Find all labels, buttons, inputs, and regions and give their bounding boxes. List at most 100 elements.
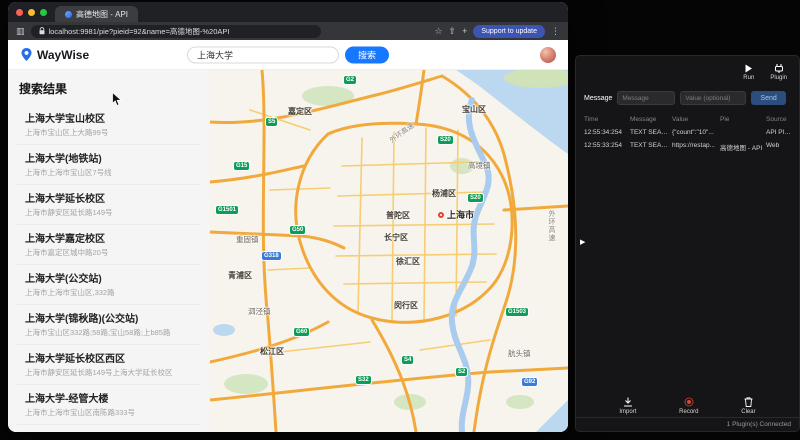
maximize-window-button[interactable] [40, 9, 47, 16]
plugin-button[interactable]: Plugin [770, 64, 787, 81]
highways [210, 70, 568, 432]
share-icon[interactable]: ⇧ [449, 27, 457, 36]
run-button[interactable]: Run [743, 64, 754, 81]
cell-value: https://restap... [672, 142, 718, 152]
search-result-item[interactable]: 上海大学延长校区西区 上海市静安区延长路149号上海大学延长校区 [17, 345, 201, 385]
cell-message: TEXT SEARC... [630, 129, 670, 136]
search-result-item[interactable]: 上海大学(地铁站) 上海市上海市宝山区7号线 [17, 145, 201, 185]
import-button[interactable]: Import [619, 397, 636, 415]
value-input[interactable] [680, 91, 746, 105]
plugin-debug-panel: Run Plugin Message Send TimeMessageValue… [575, 55, 800, 432]
browser-window: 高德地图 - API ▥ localhost:9981/pie?pieid=92… [8, 2, 568, 432]
city-marker[interactable]: 上海市 [438, 208, 474, 221]
marker-label: 上海市 [447, 208, 474, 221]
lock-icon [39, 27, 45, 35]
road-badge: G2 [344, 76, 356, 84]
cell-message: TEXT SEARC... [630, 142, 670, 152]
update-browser-button[interactable]: Support to update [473, 25, 545, 38]
browser-tab[interactable]: 高德地图 - API [55, 6, 138, 22]
result-title: 上海大学(地铁站) [25, 150, 193, 165]
map-label: 高境镇 [468, 160, 491, 171]
map-label: 泗泾镇 [248, 306, 271, 317]
record-icon [684, 397, 694, 407]
road-badge: G15 [234, 162, 249, 170]
browser-addressbar: ▥ localhost:9981/pie?pieid=92&name=高德地图-… [8, 22, 568, 40]
browser-tabbar: 高德地图 - API [8, 2, 568, 22]
result-title: 上海大学附属学校 [25, 430, 193, 432]
map-pin-icon [20, 47, 33, 62]
user-avatar[interactable] [540, 47, 556, 63]
panel-toolbar: Run Plugin [576, 56, 799, 85]
water-bay [536, 400, 568, 432]
record-button[interactable]: Record [679, 397, 698, 415]
message-compose-row: Message Send [576, 85, 799, 109]
map-label: 嘉定区 [288, 106, 312, 117]
search-input[interactable] [187, 46, 339, 63]
cell-source: Web [766, 142, 791, 152]
road-badge: S32 [356, 376, 371, 384]
road-badge: G1501 [216, 206, 238, 214]
table-row[interactable]: 12:55:34:254 TEXT SEARC... {"count":"10"… [584, 126, 791, 139]
table-header-row: TimeMessageValuePieSource [584, 113, 791, 126]
cell-source: API Plugin [766, 129, 791, 136]
cell-pie: 高德地图 - API [720, 142, 764, 152]
search-results-panel: 搜索结果 上海大学宝山校区 上海市宝山区上大路99号 上海大学(地铁站) 上海市… [8, 70, 210, 432]
road-badge: S20 [468, 194, 483, 202]
close-window-button[interactable] [16, 9, 23, 16]
map-label: 长宁区 [384, 232, 408, 243]
map-label: 闵行区 [394, 300, 418, 311]
result-list: 上海大学宝山校区 上海市宝山区上大路99号 上海大学(地铁站) 上海市上海市宝山… [17, 105, 201, 432]
overflow-menu-icon[interactable]: ⋮ [551, 27, 560, 36]
result-address: 上海市静安区延长路149号 [25, 207, 193, 218]
url-text: localhost:9981/pie?pieid=92&name=高德地图-%2… [49, 26, 230, 37]
map-basemap [210, 70, 568, 432]
window-controls [16, 9, 47, 16]
search-button[interactable]: 搜索 [345, 46, 389, 63]
result-title: 上海大学延长校区 [25, 190, 193, 205]
minimize-window-button[interactable] [28, 9, 35, 16]
results-heading: 搜索结果 [19, 80, 201, 97]
tab-favicon [65, 11, 72, 18]
search-result-item[interactable]: 上海大学附属学校 上海市宝山区锦秋路135号 [17, 425, 201, 432]
table-header-cell: Message [630, 116, 670, 123]
search-result-item[interactable]: 上海大学延长校区 上海市静安区延长路149号 [17, 185, 201, 225]
send-button[interactable]: Send [751, 91, 785, 105]
app-title: WayWise [37, 48, 89, 62]
bookmark-icon[interactable]: ☆ [434, 27, 442, 36]
message-label: Message [584, 95, 612, 102]
app-logo: WayWise [20, 47, 89, 62]
result-title: 上海大学嘉定校区 [25, 230, 193, 245]
table-header-cell: Source [766, 116, 791, 123]
expand-panel-arrow[interactable]: ▶ [580, 238, 585, 246]
map-label: 外环高速 [546, 210, 556, 242]
search-result-item[interactable]: 上海大学嘉定校区 上海市嘉定区城中路20号 [17, 225, 201, 265]
add-icon[interactable]: + [462, 27, 467, 36]
map-label: 徐汇区 [396, 256, 420, 267]
result-address: 上海市上海市宝山区,332路 [25, 287, 193, 298]
table-row[interactable]: 12:55:33:254 TEXT SEARC... https://resta… [584, 139, 791, 155]
result-title: 上海大学宝山校区 [25, 110, 193, 125]
road-badge: G1503 [506, 308, 528, 316]
app-content: 搜索结果 上海大学宝山校区 上海市宝山区上大路99号 上海大学(地铁站) 上海市… [8, 70, 568, 432]
search-result-item[interactable]: 上海大学宝山校区 上海市宝山区上大路99号 [17, 105, 201, 145]
map-label: 松江区 [260, 346, 284, 357]
cell-value: {"count":"10"... [672, 129, 718, 136]
result-title: 上海大学(锦秋路)(公交站) [25, 310, 193, 325]
url-field[interactable]: localhost:9981/pie?pieid=92&name=高德地图-%2… [31, 25, 321, 38]
result-title: 上海大学延长校区西区 [25, 350, 193, 365]
sidebar-toggle-icon[interactable]: ▥ [16, 27, 25, 36]
import-icon [623, 397, 633, 407]
search-result-item[interactable]: 上海大学(锦秋路)(公交站) 上海市宝山区332路;58路;宝山58路;上b85… [17, 305, 201, 345]
clear-button[interactable]: Clear [741, 397, 755, 415]
road-badge: S4 [402, 356, 413, 364]
result-address: 上海市静安区延长路149号上海大学延长校区 [25, 367, 193, 378]
cell-time: 12:55:33:254 [584, 142, 628, 152]
search-result-item[interactable]: 上海大学-经管大楼 上海市上海市宝山区南陈路333号 [17, 385, 201, 425]
result-address: 上海市上海市宝山区7号线 [25, 167, 193, 178]
search-result-item[interactable]: 上海大学(公交站) 上海市上海市宝山区,332路 [17, 265, 201, 305]
app-header: WayWise 搜索 [8, 40, 568, 70]
message-input[interactable] [617, 91, 675, 105]
map-canvas[interactable]: 嘉定区 宝山区 高境镇 杨浦区 普陀区 长宁区 徐汇区 闵行区 重固镇 [210, 70, 568, 432]
table-header-cell: Pie [720, 116, 764, 123]
road-badge: G92 [522, 378, 537, 386]
